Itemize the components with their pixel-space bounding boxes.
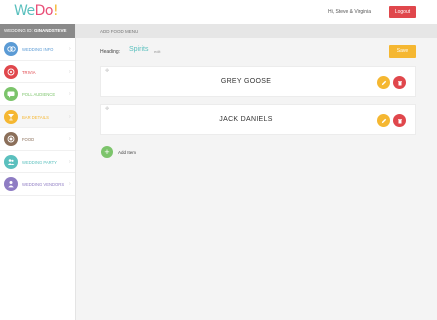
sidebar-item-food[interactable]: FOOD › [0,128,75,151]
save-button[interactable]: Save [389,45,416,58]
food-icon [4,132,18,146]
add-item-label: Add Item [118,150,137,155]
breadcrumb: ADD FOOD MENU [76,24,437,38]
edit-button[interactable] [377,114,390,127]
glass-icon [4,109,18,124]
vendors-icon [4,177,18,191]
chat-icon [4,87,18,101]
party-icon [4,154,18,169]
sidebar-item-label: POLL AUDIENCE [22,92,56,97]
sidebar-item-wedding-info[interactable]: WEDDING INFO › [0,38,75,61]
trivia-icon [4,64,18,79]
item-name: GREY GOOSE [220,78,272,85]
trash-icon [397,118,402,123]
sidebar-item-label: BAR DETAILS [22,114,49,120]
heading-value: Spirits [129,46,149,53]
wedding-id: WEDDING ID: GINANDSTEVE [0,24,75,38]
chevron-right-icon: › [69,181,71,187]
sidebar: WEDDING ID: GINANDSTEVE WEDDING INFO › T… [0,24,76,320]
sidebar-item-label: WEDDING PARTY [22,159,57,165]
top-bar: WeDo! Hi, Steve & Virginia Logout [0,0,437,24]
list-item: ✥ GREY GOOSE [100,66,416,97]
edit-button[interactable] [377,76,390,89]
plus-icon: + [101,146,113,158]
user-greeting: Hi, Steve & Virginia [328,9,371,15]
sidebar-item-label: WEDDING INFO [22,47,54,52]
pencil-icon [381,80,386,85]
delete-button[interactable] [393,114,406,127]
trash-icon [397,80,402,85]
logo[interactable]: WeDo! [14,3,59,19]
drag-handle-icon[interactable]: ✥ [105,106,109,112]
sidebar-item-wedding-party[interactable]: WEDDING PARTY › [0,151,75,173]
drag-handle-icon[interactable]: ✥ [105,68,109,74]
chevron-right-icon: › [69,113,71,120]
page-title: ADD FOOD MENU [100,29,139,34]
sidebar-item-poll-audience[interactable]: POLL AUDIENCE › [0,83,75,106]
sidebar-item-wedding-vendors[interactable]: WEDDING VENDORS › [0,173,75,196]
chevron-right-icon: › [69,68,71,75]
logout-button[interactable]: Logout [389,6,416,18]
list-item: ✥ JACK DANIELS [100,104,416,135]
chevron-right-icon: › [69,136,71,142]
pencil-icon [381,118,386,123]
sidebar-item-trivia[interactable]: TRIVIA › [0,61,75,83]
chevron-right-icon: › [69,46,71,52]
chevron-right-icon: › [69,91,71,97]
delete-button[interactable] [393,76,406,89]
sidebar-item-label: WEDDING VENDORS [22,182,65,187]
chevron-right-icon: › [69,158,71,165]
sidebar-item-label: TRIVIA [22,69,36,75]
edit-heading-link[interactable]: edit [154,49,160,54]
rings-icon [4,42,18,56]
sidebar-item-label: FOOD [22,137,35,142]
sidebar-item-bar-details[interactable]: BAR DETAILS › [0,105,75,128]
add-item-button[interactable]: + Add Item [101,146,149,159]
heading-label: Heading: [100,49,121,55]
item-name: JACK DANIELS [219,116,273,123]
